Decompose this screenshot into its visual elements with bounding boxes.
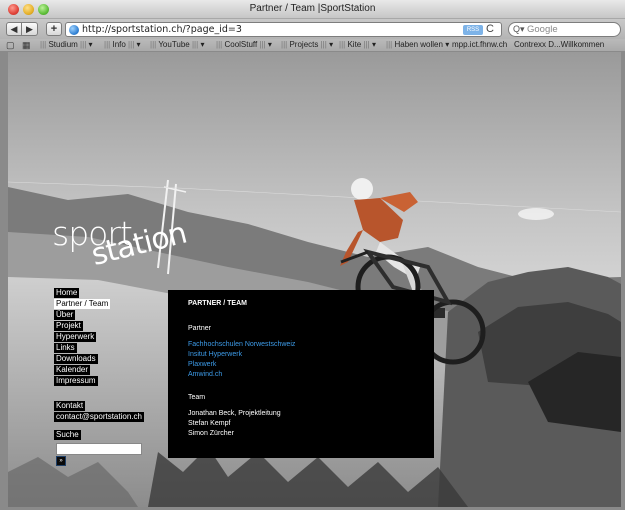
bookmark-folder-youtube[interactable]: ||| YouTube ||| ▾ [150,40,204,49]
book-icon[interactable]: ▢ [6,40,15,51]
nav-partner-team[interactable]: Partner / Team [54,299,111,309]
browser-toolbar: ◀ ▶ + http://sportstation.ch/?page_id=3 … [0,19,625,39]
nav-kalender[interactable]: Kalender [54,365,91,375]
nav-hyperwerk[interactable]: Hyperwerk [54,332,97,342]
address-bar[interactable]: http://sportstation.ch/?page_id=3 RSS C [65,22,502,37]
team-member: Stefan Kempf [188,420,231,427]
page-title: PARTNER / TEAM [188,300,247,307]
back-button[interactable]: ◀ [6,22,22,36]
bookmarks-bar: ▢ ▦ ||| Studium ||| ▾ ||| Info ||| ▾ |||… [0,39,625,52]
nav-projekt[interactable]: Projekt [54,321,83,331]
web-page: sport station Home Partner / Team Über P… [8,52,621,507]
contact-email-link[interactable]: contact@sportstation.ch [54,412,144,422]
window-titlebar: Partner / Team |SportStation [0,0,625,19]
team-member: Simon Zürcher [188,430,234,437]
bookmark-folder-projects[interactable]: ||| Projects ||| ▾ [281,40,333,49]
nav-downloads[interactable]: Downloads [54,354,98,364]
window-title: Partner / Team |SportStation [249,3,376,14]
site-search-input[interactable] [56,443,142,455]
bookmark-mpp[interactable]: mpp.ict.fhnw.ch [452,40,507,49]
bookmark-folder-studium[interactable]: ||| Studium ||| ▾ [40,40,93,49]
partner-link[interactable]: Amwind.ch [188,371,222,378]
nav-links[interactable]: Links [54,343,77,353]
bookmark-folder-info[interactable]: ||| Info ||| ▾ [104,40,141,49]
url-text[interactable]: http://sportstation.ch/?page_id=3 [82,24,242,35]
partner-link[interactable]: Plaxwerk [188,361,216,368]
partner-link[interactable]: Fachhochschulen Norwestschweiz [188,341,295,348]
site-search-submit-button[interactable]: » [56,456,66,466]
nav-ueber[interactable]: Über [54,310,76,320]
grid-icon[interactable]: ▦ [22,40,31,51]
partner-link[interactable]: Insitut Hyperwerk [188,351,242,358]
nav-impressum[interactable]: Impressum [54,376,98,386]
content-panel: PARTNER / TEAM Partner Fachhochschulen N… [168,290,434,458]
bookmark-folder-kite[interactable]: ||| Kite ||| ▾ [339,40,376,49]
globe-icon [69,25,79,35]
search-icon[interactable]: Q▾ [513,24,525,35]
bookmark-folder-haben-wollen[interactable]: ||| Haben wollen ▾ [386,40,449,49]
bookmark-folder-coolstuff[interactable]: ||| CoolStuff ||| ▾ [216,40,272,49]
bookmark-contrexx[interactable]: Contrexx D...Willkommen [514,40,604,49]
reload-icon[interactable]: C [486,23,494,35]
add-bookmark-button[interactable]: + [46,22,62,36]
team-member: Jonathan Beck, Projektleitung [188,410,281,417]
search-label: Suche [54,430,81,440]
partner-heading: Partner [188,325,211,332]
search-field[interactable]: Q▾ Google [508,22,621,37]
team-heading: Team [188,394,206,401]
contact-label: Kontakt [54,401,86,411]
search-placeholder: Google [527,24,558,35]
rss-button[interactable]: RSS [463,25,483,35]
forward-button[interactable]: ▶ [22,22,38,36]
nav-home[interactable]: Home [54,288,80,298]
